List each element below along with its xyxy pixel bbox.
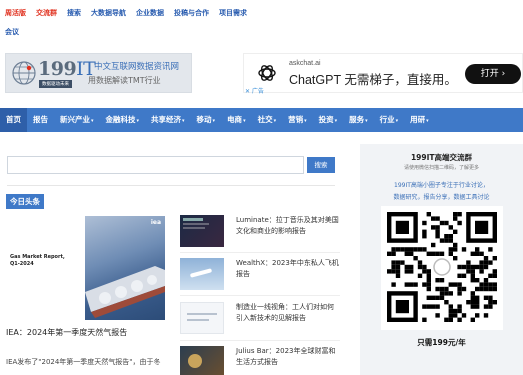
nav-item[interactable]: 共享经济▾ bbox=[145, 108, 191, 132]
chevron-down-icon: ▾ bbox=[273, 118, 277, 124]
sidebar-price: 只需199元/年 bbox=[417, 338, 466, 347]
nav-item-label: 新兴产业 bbox=[60, 115, 90, 124]
news-thumbnail bbox=[180, 215, 224, 247]
chevron-down-icon: ▾ bbox=[365, 118, 368, 124]
nav-item[interactable]: 用研▾ bbox=[404, 108, 435, 132]
top-link-contribute[interactable]: 投稿与合作 bbox=[174, 8, 209, 18]
main-nav: 首页 报告 新兴产业▾ 金融科技▾ 共享经济▾ 移动▾ 电商▾ 社交▾ 营销▾ 投资▾ 服务▾ 行业▾… bbox=[0, 108, 523, 132]
top-link-search[interactable]: 搜索 bbox=[67, 8, 81, 18]
nav-item[interactable]: 投资▾ bbox=[313, 108, 344, 132]
news-item[interactable]: Julius Bar：2023年全球财富和生活方式报告 bbox=[180, 346, 340, 375]
logo-tagline-primary: 中文互联网数据资讯网 bbox=[94, 62, 180, 72]
nav-item-label: 电商 bbox=[227, 115, 243, 124]
chevron-down-icon: ▾ bbox=[334, 118, 338, 124]
top-link-enterprise-data[interactable]: 企业数据 bbox=[136, 8, 164, 18]
news-thumbnail bbox=[180, 258, 224, 290]
iea-logo: iea bbox=[150, 219, 161, 226]
chevron-down-icon: ▾ bbox=[212, 118, 216, 124]
chevron-down-icon: ▾ bbox=[395, 118, 399, 124]
nav-item-label: 营销 bbox=[288, 115, 304, 124]
feature-image[interactable]: iea Gas Market Report, Q1-2024 bbox=[0, 216, 165, 320]
chevron-down-icon: ▾ bbox=[182, 118, 185, 124]
sidebar-group-promo: 199IT高端交流群 请使用微信扫描二维码，了解更多 199IT高端小圈子专注于… bbox=[360, 144, 523, 375]
nav-item[interactable]: 金融科技▾ bbox=[100, 108, 146, 132]
nav-item[interactable]: 报告 bbox=[27, 108, 54, 132]
top-links-bar: 周活版 交流群 搜索 大数据导航 企业数据 投稿与合作 项目需求 会议 bbox=[0, 0, 523, 40]
nav-item-label: 首页 bbox=[6, 115, 21, 124]
ad-title[interactable]: ChatGPT 无需梯子，直接用。 bbox=[289, 69, 457, 88]
nav-item[interactable]: 移动▾ bbox=[191, 108, 222, 132]
ad-banner[interactable]: askchat.ai ChatGPT 无需梯子，直接用。 打开 › bbox=[243, 53, 523, 93]
news-item[interactable]: 制造业一线视角：工人们对如何引入新技术的见解报告 bbox=[180, 302, 340, 338]
section-tag-headlines: 今日头条 bbox=[6, 194, 44, 209]
sidebar-title: 199IT高端交流群 bbox=[410, 153, 473, 162]
top-links: 周活版 交流群 搜索 大数据导航 企业数据 投稿与合作 项目需求 bbox=[5, 8, 247, 18]
nav-item-label: 社交 bbox=[257, 115, 273, 124]
top-link-group[interactable]: 交流群 bbox=[36, 8, 57, 18]
nav-item[interactable]: 电商▾ bbox=[221, 108, 252, 132]
news-title[interactable]: Julius Bar：2023年全球财富和生活方式报告 bbox=[236, 346, 340, 368]
sidebar-description-line1: 199IT高端小圈子专注于行业讨论， bbox=[394, 182, 489, 189]
search-input[interactable] bbox=[7, 156, 304, 174]
divider bbox=[180, 295, 340, 296]
nav-item-label: 金融科技 bbox=[105, 115, 136, 124]
chevron-down-icon: ▾ bbox=[136, 118, 140, 124]
nav-item-label: 报告 bbox=[33, 115, 48, 124]
sidebar-description-line2: 数据研究，报告分享，数据工具讨论 bbox=[393, 194, 490, 201]
nav-item-label: 投资 bbox=[318, 115, 334, 124]
chevron-down-icon: ▾ bbox=[426, 118, 429, 124]
chevron-down-icon: ▾ bbox=[243, 118, 246, 124]
news-thumbnail bbox=[180, 302, 224, 334]
nav-item[interactable]: 营销▾ bbox=[282, 108, 313, 132]
top-link-project-needs[interactable]: 项目需求 bbox=[219, 8, 247, 18]
nav-item-label: 移动 bbox=[196, 115, 212, 124]
news-thumbnail bbox=[180, 346, 224, 375]
nav-item-label: 行业 bbox=[379, 115, 395, 124]
ad-domain: askchat.ai bbox=[289, 60, 321, 67]
news-item[interactable]: WealthX：2023年中东私人飞机报告 bbox=[180, 258, 340, 294]
feature-image-title: Gas Market Report, Q1-2024 bbox=[10, 254, 65, 267]
top-link-bigdata-nav[interactable]: 大数据导航 bbox=[91, 8, 126, 18]
openai-logo-icon bbox=[258, 65, 276, 81]
globe-icon bbox=[12, 61, 36, 85]
nav-item[interactable]: 首页 bbox=[0, 108, 27, 132]
ad-open-button[interactable]: 打开 › bbox=[465, 64, 521, 84]
ad-label[interactable]: ✕ 广告 bbox=[245, 86, 264, 95]
nav-item[interactable]: 服务▾ bbox=[343, 108, 374, 132]
news-title[interactable]: WealthX：2023年中东私人飞机报告 bbox=[236, 258, 340, 280]
chevron-down-icon: ▾ bbox=[91, 118, 94, 124]
news-item[interactable]: Luminate：拉丁音乐及其对美国文化和商业的影响报告 bbox=[180, 215, 340, 251]
feature-description: IEA发布了"2024年第一季度天然气报告"，由于冬 bbox=[6, 358, 161, 366]
feature-headline[interactable]: IEA：2024年第一季度天然气报告 bbox=[6, 327, 127, 338]
nav-item-label: 用研 bbox=[410, 115, 426, 124]
top-link-meeting[interactable]: 会议 bbox=[5, 27, 19, 37]
news-title[interactable]: Luminate：拉丁音乐及其对美国文化和商业的影响报告 bbox=[236, 215, 340, 237]
site-logo[interactable]: 199IT 数据驱动未来 中文互联网数据资讯网 用数据解读TMT行业 bbox=[5, 53, 192, 93]
nav-item-label: 服务 bbox=[349, 115, 365, 124]
qr-code-image bbox=[381, 206, 503, 330]
divider bbox=[180, 340, 340, 341]
news-title[interactable]: 制造业一线视角：工人们对如何引入新技术的见解报告 bbox=[236, 302, 340, 324]
top-link-weekly[interactable]: 周活版 bbox=[5, 8, 26, 18]
nav-item[interactable]: 新兴产业▾ bbox=[54, 108, 100, 132]
sidebar-subtitle: 请使用微信扫描二维码，了解更多 bbox=[403, 165, 479, 171]
logo-wordmark: 199IT bbox=[38, 58, 96, 80]
divider bbox=[180, 252, 340, 253]
nav-item-label: 共享经济 bbox=[151, 115, 182, 124]
lng-ship-illustration bbox=[85, 266, 165, 318]
logo-tagline-secondary: 用数据解读TMT行业 bbox=[88, 76, 161, 85]
search-button[interactable]: 搜索 bbox=[307, 157, 335, 173]
chevron-down-icon: ▾ bbox=[304, 118, 307, 124]
nav-item[interactable]: 行业▾ bbox=[374, 108, 405, 132]
logo-subtitle: 数据驱动未来 bbox=[39, 80, 72, 88]
divider bbox=[7, 185, 335, 186]
nav-item[interactable]: 社交▾ bbox=[252, 108, 283, 132]
feature-image-photo: iea bbox=[85, 216, 165, 320]
